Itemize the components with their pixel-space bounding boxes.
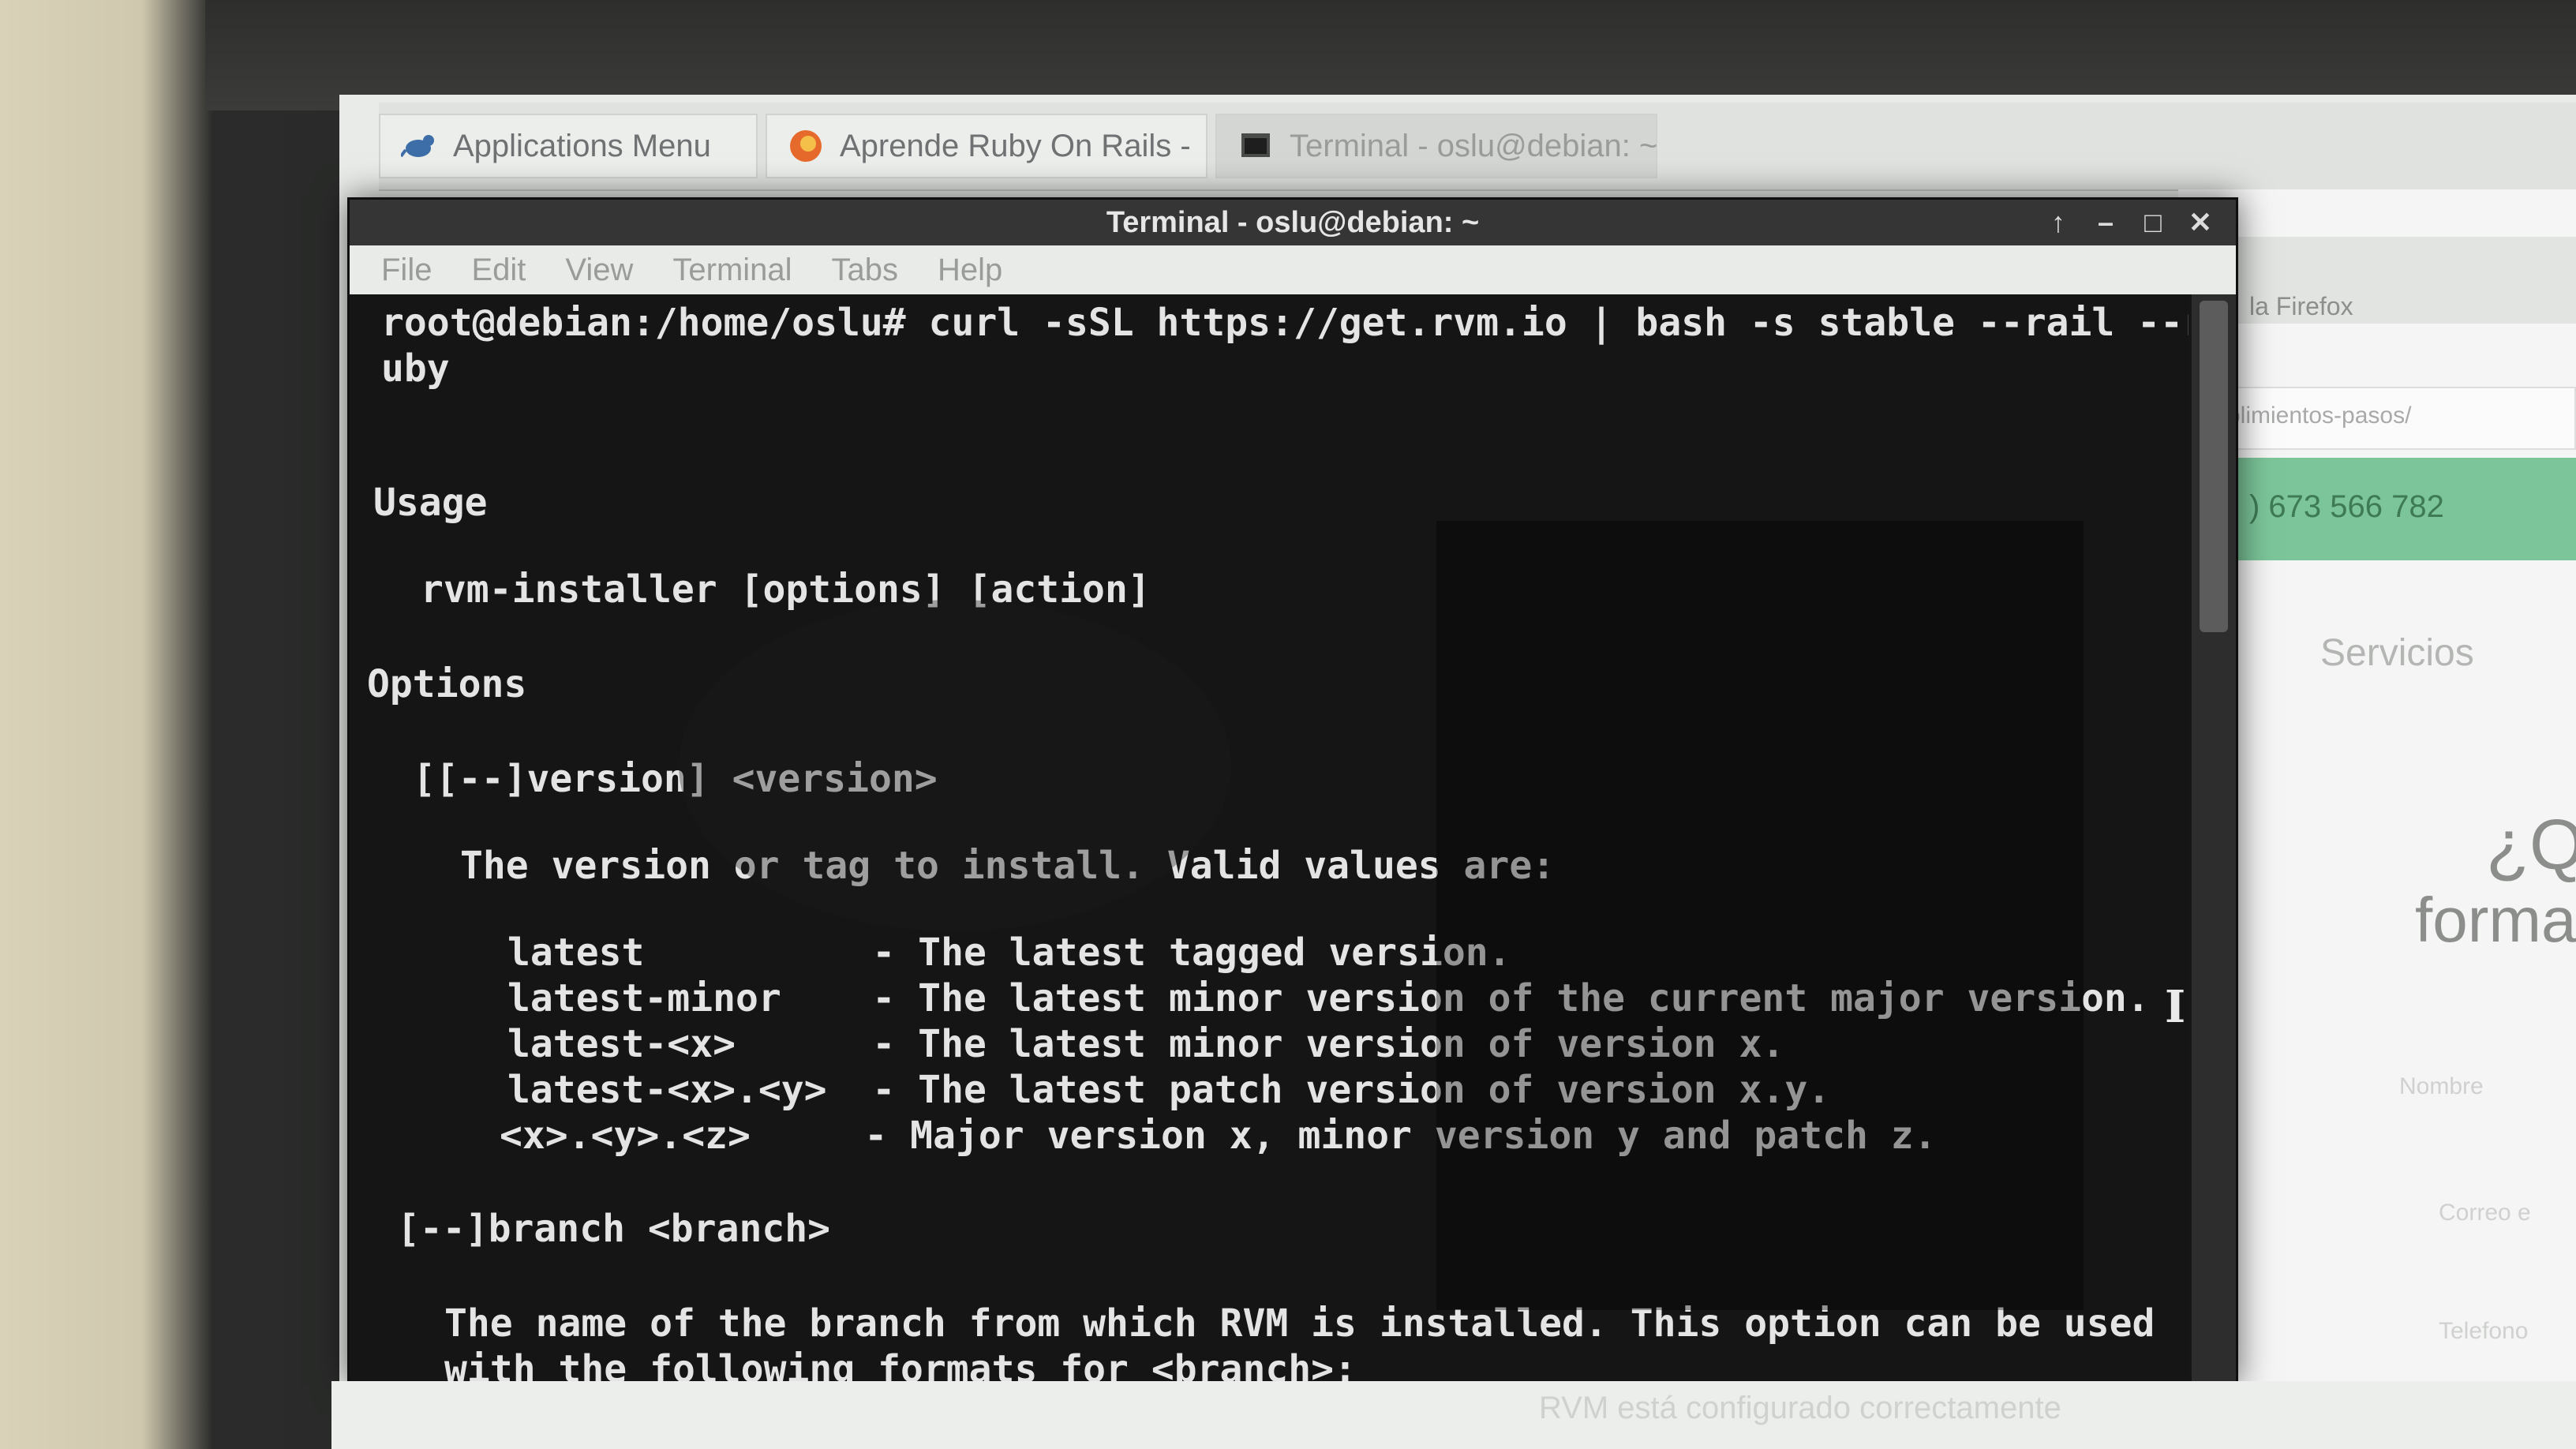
menu-edit[interactable]: Edit xyxy=(471,253,526,288)
terminal-menubar: File Edit View Terminal Tabs Help xyxy=(350,245,2236,294)
firefox-servicios-menu[interactable]: Servicios xyxy=(2320,631,2474,675)
version-option: [[--]version] <version> xyxy=(413,757,938,801)
terminal-titlebar[interactable]: Terminal - oslu@debian: ~ ↑ – □ ✕ xyxy=(350,200,2236,245)
version-value-x-y-z: <x>.<y>.<z> - Major version x, minor ver… xyxy=(500,1114,1937,1158)
sticky-icon[interactable]: ↑ xyxy=(2043,206,2073,239)
xfce-top-panel: Applications Menu Aprende Ruby On Rails … xyxy=(379,103,2576,191)
maximize-icon[interactable]: □ xyxy=(2138,206,2168,239)
usage-command: rvm-installer [options] [action] xyxy=(421,567,1151,612)
scrollbar-thumb[interactable] xyxy=(2200,301,2228,632)
firefox-icon xyxy=(788,128,824,164)
terminal-window: Terminal - oslu@debian: ~ ↑ – □ ✕ File E… xyxy=(347,197,2238,1386)
firefox-bottom-text: RVM está configurado correctamente xyxy=(1539,1391,2061,1425)
menu-view[interactable]: View xyxy=(565,253,633,288)
close-icon[interactable]: ✕ xyxy=(2185,206,2215,239)
monitor-bezel xyxy=(205,0,2576,110)
wrapped-line: uby xyxy=(381,346,450,391)
terminal-icon xyxy=(1237,128,1274,164)
version-description: The version or tag to install. Valid val… xyxy=(460,844,1556,888)
menu-file[interactable]: File xyxy=(381,253,432,288)
applications-menu-label: Applications Menu xyxy=(453,128,711,163)
terminal-scrollbar[interactable] xyxy=(2192,294,2236,1383)
menu-tabs[interactable]: Tabs xyxy=(832,253,899,288)
taskbar-terminal-tab[interactable]: Terminal - oslu@debian: ~ xyxy=(1215,114,1657,178)
firefox-heading-fragment-2: forma xyxy=(2415,885,2576,955)
firefox-heading-fragment: ¿Q xyxy=(2486,806,2576,885)
firefox-field-email[interactable]: Correo e xyxy=(2439,1200,2531,1226)
version-value-latest-x: latest-<x> - The latest minor version of… xyxy=(507,1022,1785,1066)
window-controls: ↑ – □ ✕ xyxy=(2043,206,2215,239)
usage-heading: Usage xyxy=(373,481,488,525)
options-heading: Options xyxy=(367,662,527,706)
taskbar-firefox-label: Aprende Ruby On Rails - xyxy=(840,128,1191,163)
version-value-latest-minor: latest-minor - The latest minor version … xyxy=(507,976,2150,1020)
version-value-latest-x-y: latest-<x>.<y> - The latest patch versio… xyxy=(507,1068,1831,1112)
firefox-url-bar[interactable]: olimientos-pasos/ xyxy=(2210,387,2576,450)
branch-description-1: The name of the branch from which RVM is… xyxy=(444,1301,2155,1346)
terminal-output[interactable]: root@debian:/home/oslu# curl -sSL https:… xyxy=(350,294,2188,1383)
terminal-title: Terminal - oslu@debian: ~ xyxy=(1106,205,1480,239)
branch-option: [--]branch <branch> xyxy=(397,1207,831,1251)
taskbar-terminal-label: Terminal - oslu@debian: ~ xyxy=(1290,128,1658,163)
ibeam-cursor-icon: I xyxy=(2165,981,2186,1033)
menu-help[interactable]: Help xyxy=(938,253,1002,288)
taskbar-firefox-tab[interactable]: Aprende Ruby On Rails - xyxy=(766,114,1208,178)
menu-terminal[interactable]: Terminal xyxy=(672,253,792,288)
xfce-mouse-icon xyxy=(401,128,437,164)
firefox-field-phone[interactable]: Telefono xyxy=(2439,1318,2528,1345)
applications-menu-button[interactable]: Applications Menu xyxy=(379,114,758,178)
version-value-latest: latest - The latest tagged version. xyxy=(507,930,1511,975)
branch-description-2: with the following formats for <branch>: xyxy=(444,1347,1357,1383)
prompt-line: root@debian:/home/oslu# curl -sSL https:… xyxy=(381,301,2188,345)
minimize-icon[interactable]: – xyxy=(2091,206,2121,239)
firefox-page-bottom xyxy=(331,1381,2576,1449)
firefox-field-name[interactable]: Nombre xyxy=(2399,1073,2484,1100)
